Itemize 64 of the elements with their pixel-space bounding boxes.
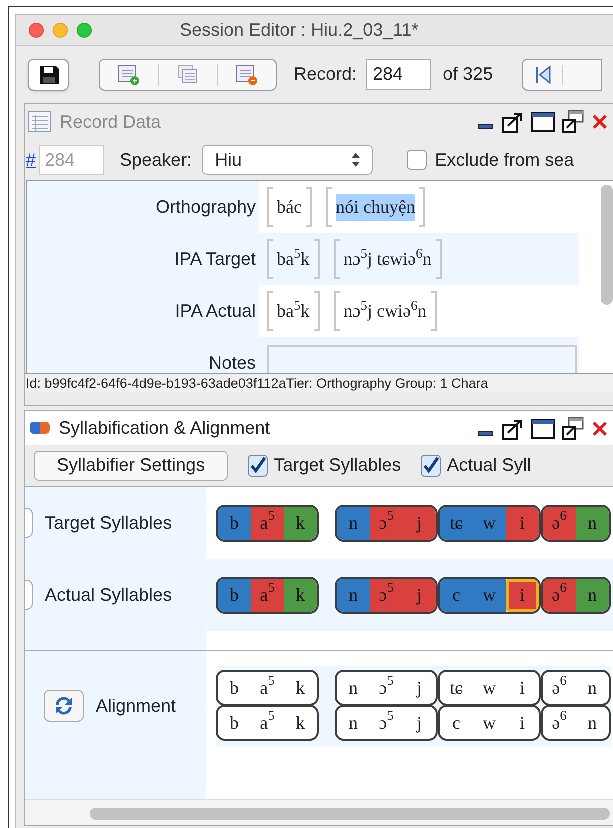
record-label: Record: bbox=[294, 63, 358, 86]
status-text: Id: b99fc4f2-64f6-4d9e-b193-63ade03f112aTier: Orthography Group: 1 Chara bbox=[25, 373, 613, 393]
tier-group-field[interactable]: nɔ$^{5}$j cwiə$^{6}$n bbox=[334, 291, 437, 331]
panel-title: Record Data bbox=[60, 110, 162, 134]
syllable[interactable]: n ɔ$^{5}$ j bbox=[335, 576, 438, 614]
phone[interactable]: tɕ bbox=[440, 506, 473, 540]
record-number-field[interactable]: 284 bbox=[366, 59, 432, 90]
syllable[interactable]: ə$^{6}$ n bbox=[541, 504, 611, 542]
phone[interactable]: j bbox=[403, 506, 436, 540]
phone[interactable]: n bbox=[576, 578, 609, 612]
phone[interactable]: i bbox=[506, 578, 539, 612]
row-label: Alignment bbox=[96, 694, 176, 718]
phone[interactable]: ɔ$^{5}$ bbox=[370, 578, 403, 612]
syllable[interactable]: tɕ w i bbox=[438, 504, 541, 542]
toggle-label: Target Syllables bbox=[274, 454, 402, 477]
phone[interactable]: j bbox=[403, 578, 436, 612]
phone[interactable]: w bbox=[473, 578, 506, 612]
alignment-syllable[interactable]: n ɔ$^{5}$ j bbox=[335, 670, 438, 706]
phone[interactable]: b bbox=[218, 578, 251, 612]
row-label: Actual Syllables bbox=[45, 584, 172, 607]
syllable[interactable]: n ɔ$^{5}$ j bbox=[335, 504, 438, 542]
phone[interactable]: a$^{5}$ bbox=[251, 506, 284, 540]
record-total: of 325 bbox=[443, 63, 494, 86]
tier-label: Orthography bbox=[156, 196, 256, 219]
tier-group-field[interactable]: ba$^{5}$k bbox=[267, 291, 320, 331]
phone[interactable]: k bbox=[284, 578, 317, 612]
phone[interactable]: n bbox=[337, 578, 370, 612]
alignment-syllable[interactable]: n ɔ$^{5}$ j bbox=[335, 705, 438, 741]
phone[interactable]: ə$^{6}$ bbox=[543, 506, 576, 540]
phone[interactable]: b bbox=[218, 506, 251, 540]
syllable[interactable]: b a$^{5}$ k bbox=[216, 576, 319, 614]
tier-label: IPA Actual bbox=[175, 300, 256, 322]
alignment-syllable[interactable]: b a$^{5}$ k bbox=[216, 705, 319, 741]
alignment-syllable[interactable]: c w i bbox=[438, 705, 541, 741]
phone[interactable]: i bbox=[506, 506, 539, 540]
phone[interactable]: a$^{5}$ bbox=[251, 578, 284, 612]
phone[interactable]: n bbox=[576, 506, 609, 540]
phone[interactable]: ə$^{6}$ bbox=[543, 578, 576, 612]
row-label: Target Syllables bbox=[45, 512, 172, 535]
panel-title: Syllabification & Alignment bbox=[59, 416, 270, 440]
record-number-link[interactable]: # bbox=[26, 146, 36, 174]
alignment-syllable[interactable]: ə$^{6}$ n bbox=[541, 705, 611, 741]
tier-group-field[interactable]: nɔ$^{5}$j tɕwiə$^{6}$n bbox=[334, 239, 442, 279]
alignment-syllable[interactable]: ə$^{6}$ n bbox=[541, 670, 611, 706]
syllable[interactable]: b a$^{5}$ k bbox=[216, 504, 319, 542]
exclude-label: Exclude from sea bbox=[435, 148, 574, 172]
phone[interactable]: w bbox=[473, 506, 506, 540]
phone[interactable]: c bbox=[440, 578, 473, 612]
syllable[interactable]: ə$^{6}$ n bbox=[541, 576, 611, 614]
speaker-label: Speaker: bbox=[120, 148, 192, 172]
tier-label: IPA Target bbox=[174, 248, 256, 271]
toggle-label: Actual Syll bbox=[447, 454, 532, 477]
phone[interactable]: n bbox=[337, 506, 370, 540]
speaker-dropdown[interactable]: Hiu bbox=[202, 145, 374, 175]
tier-group-field[interactable]: bác bbox=[267, 187, 312, 227]
alignment-syllable[interactable]: b a$^{5}$ k bbox=[216, 670, 319, 706]
window-title: Session Editor : Hiu.2_03_11* bbox=[180, 18, 419, 42]
syllabifier-settings-button[interactable]: Syllabifier Settings bbox=[34, 450, 228, 480]
tier-group-field[interactable]: ba$^{5}$k bbox=[267, 239, 320, 279]
tier-label: Notes bbox=[208, 352, 256, 373]
alignment-syllable[interactable]: tɕ w i bbox=[438, 670, 541, 706]
phone[interactable]: ɔ$^{5}$ bbox=[370, 506, 403, 540]
syllable[interactable]: c w i bbox=[438, 576, 541, 614]
phone[interactable]: k bbox=[284, 506, 317, 540]
